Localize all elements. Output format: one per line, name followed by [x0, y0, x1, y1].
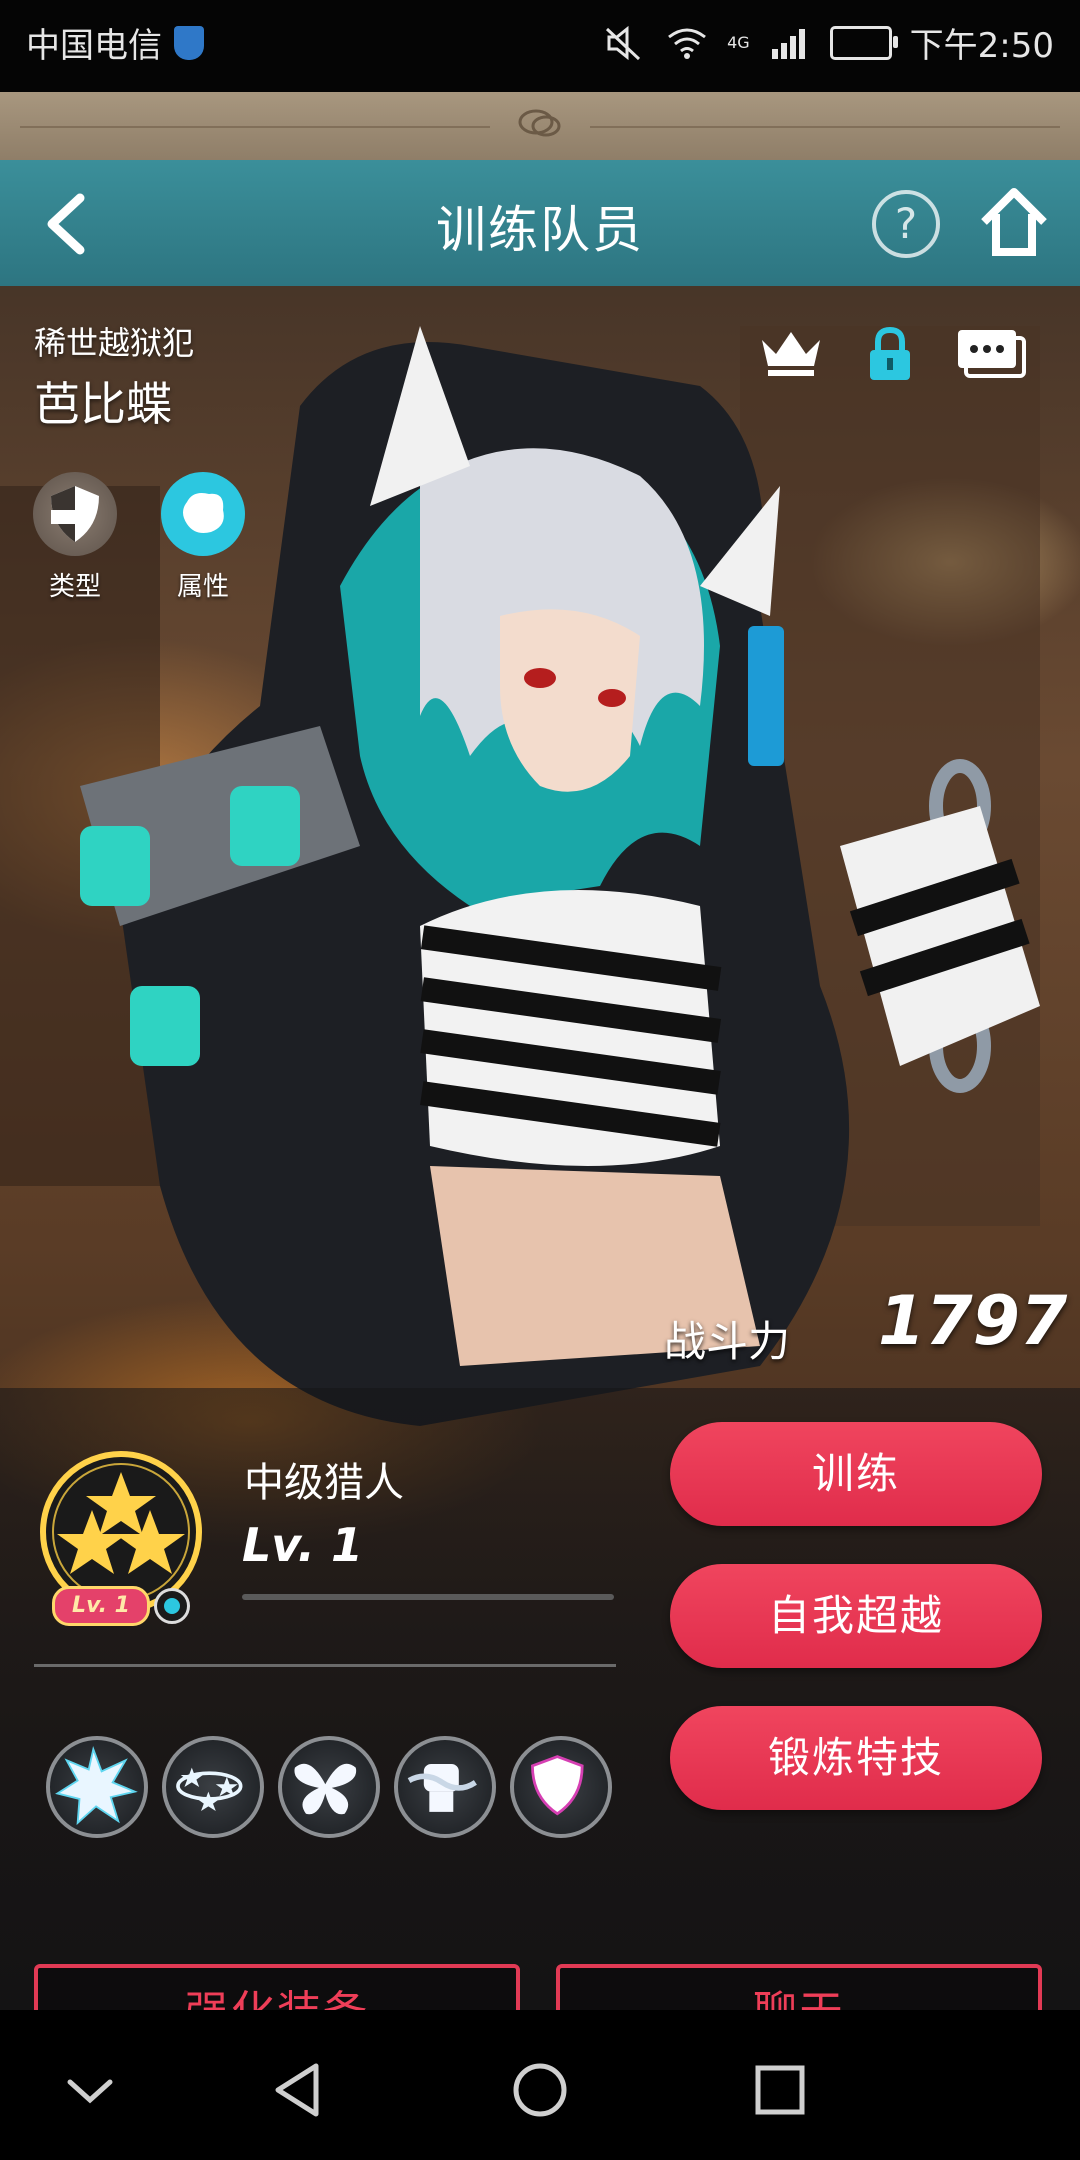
type-label: 类型	[48, 572, 101, 602]
attribute-dot-icon	[154, 1588, 190, 1624]
rank-level-pill: Lv. 1	[52, 1586, 150, 1626]
train-button[interactable]: 训练	[670, 1422, 1042, 1526]
chevron-down-icon[interactable]	[50, 2050, 130, 2130]
clock-label: 下午2:50	[909, 26, 1054, 66]
transcend-button[interactable]: 自我超越	[670, 1564, 1042, 1668]
chat-bubble-icon[interactable]	[514, 106, 564, 142]
home-circle-icon[interactable]	[500, 2050, 580, 2130]
security-shield-icon	[174, 25, 204, 60]
power-label: 战斗力	[664, 1317, 791, 1366]
signal-icon	[771, 28, 805, 59]
wifi-icon	[668, 28, 706, 59]
experience-bar	[242, 1594, 614, 1600]
home-icon[interactable]	[978, 182, 1050, 262]
chat-ticker-strip[interactable]	[0, 92, 1080, 160]
status-bar: 中国电信 4G 下午2:50	[0, 0, 1080, 92]
recent-apps-square-icon[interactable]	[740, 2050, 820, 2130]
lock-icon[interactable]	[864, 324, 916, 384]
enhance-equipment-button[interactable]: 强化装备	[34, 1964, 520, 2010]
stars-orbit-skill-icon[interactable]	[162, 1736, 264, 1838]
forge-skill-button[interactable]: 锻炼特技	[670, 1706, 1042, 1810]
status-left: 中国电信	[26, 18, 204, 67]
help-icon[interactable]: ?	[872, 190, 940, 258]
level-text: Lv. 1	[242, 1518, 364, 1572]
power-value: 1797	[878, 1282, 1068, 1361]
burst-skill-icon[interactable]	[46, 1736, 148, 1838]
battery-charging-icon	[829, 25, 898, 60]
type-button[interactable]: 类型	[30, 472, 120, 603]
carrier-label: 中国电信	[26, 26, 162, 66]
back-triangle-icon[interactable]	[260, 2050, 340, 2130]
butterfly-skill-icon[interactable]	[278, 1736, 380, 1838]
network-type-label: 4G	[727, 33, 750, 52]
game-screen: 训练队员 ? 稀世越狱犯 芭比蝶 类型 属性 战斗力 1797 Lv. 1 中级…	[0, 92, 1080, 2010]
crown-icon[interactable]	[756, 324, 826, 380]
chat-button[interactable]: 聊天	[556, 1964, 1042, 2010]
character-name: 芭比蝶	[34, 377, 172, 431]
character-subtitle: 稀世越狱犯	[34, 324, 195, 362]
shield-skill-icon[interactable]	[510, 1736, 612, 1838]
shield-icon	[33, 472, 117, 556]
message-cards-icon[interactable]	[956, 324, 1028, 380]
chained-fist-skill-icon[interactable]	[394, 1736, 496, 1838]
header-bar: 训练队员 ?	[0, 160, 1080, 286]
attribute-button[interactable]: 属性	[158, 472, 248, 603]
navigation-bar	[0, 2010, 1080, 2160]
status-right: 4G 下午2:50	[603, 18, 1054, 67]
panel-divider	[34, 1664, 616, 1667]
element-icon	[161, 472, 245, 556]
mute-icon	[606, 25, 641, 60]
rank-title: 中级猎人	[244, 1460, 404, 1506]
attribute-label: 属性	[176, 572, 229, 602]
